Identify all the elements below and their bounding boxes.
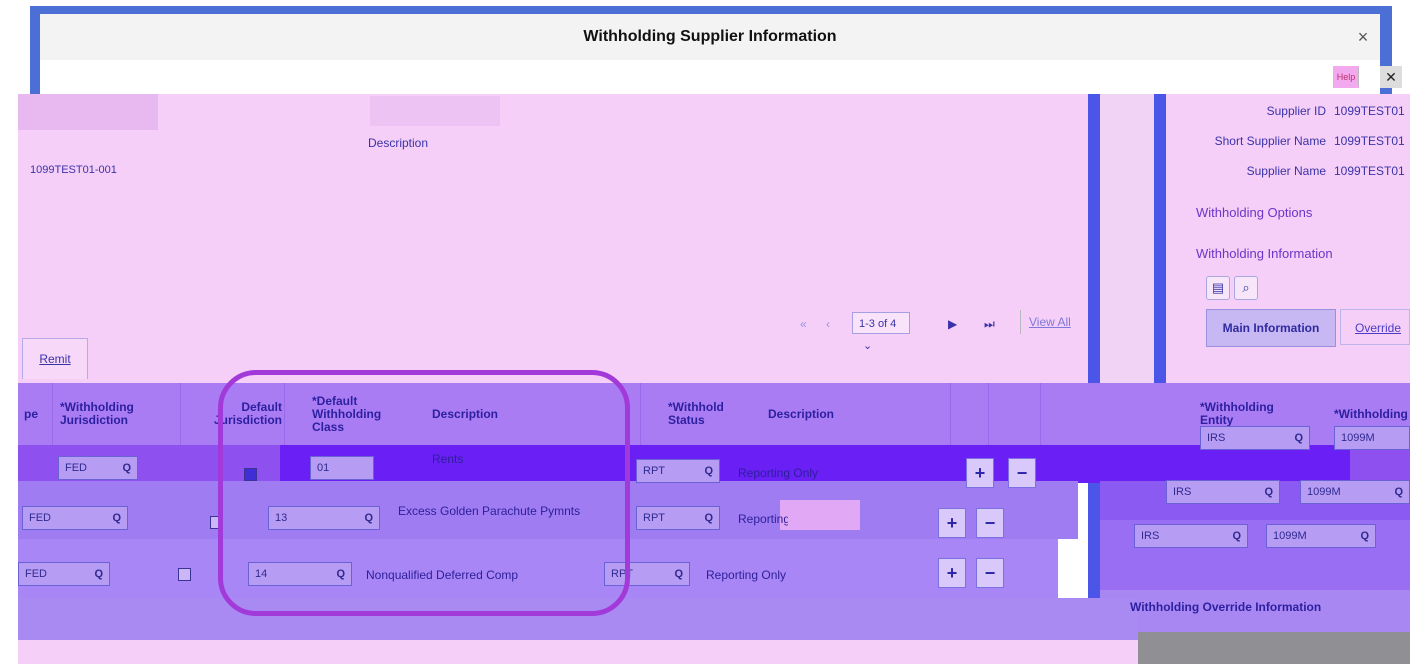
search-icon[interactable]: Q — [1232, 525, 1241, 547]
col-header-status: *Withhold Status — [668, 400, 724, 427]
rp-type-value: 1099M — [1273, 530, 1307, 542]
search-icon[interactable]: Q — [1294, 427, 1303, 449]
default-jurisdiction-checkbox[interactable] — [178, 568, 191, 581]
modal-titlebar: Withholding Supplier Information × — [40, 14, 1380, 61]
search-icon[interactable]: Q — [704, 507, 713, 529]
search-icon[interactable]: ⌕ — [1234, 276, 1258, 300]
rp-entity-value: IRS — [1141, 530, 1160, 542]
delete-row-button[interactable]: − — [976, 508, 1004, 538]
short-supplier-name-value: 1099TEST01 — [1334, 134, 1405, 148]
grid-icon[interactable]: ▤ — [1206, 276, 1230, 300]
col-header-status-description: Description — [768, 406, 835, 421]
status-value: RPT — [643, 512, 665, 524]
status-input[interactable]: RPT Q — [636, 459, 720, 483]
jurisdiction-input[interactable]: FED Q — [22, 506, 128, 530]
description-label: Description — [368, 136, 429, 150]
location-value: 1099TEST01-001 — [30, 164, 117, 176]
location-header — [18, 94, 158, 130]
search-icon[interactable]: Q — [1264, 481, 1273, 503]
status-description: Reporting Only — [738, 512, 788, 526]
page-range-value: 1-3 of 4 — [859, 318, 897, 330]
supplier-id-value: 1099TEST01 — [1334, 104, 1405, 118]
jurisdiction-value: FED — [25, 568, 47, 580]
rp-entity-input[interactable]: IRS Q — [1200, 426, 1310, 450]
bottom-strip — [18, 640, 1138, 664]
search-icon[interactable]: Q — [112, 507, 121, 529]
jurisdiction-input[interactable]: FED Q — [58, 456, 138, 480]
view-all-link[interactable]: View All — [1020, 310, 1081, 334]
search-icon[interactable]: Q — [1360, 525, 1369, 547]
modal-title: Withholding Supplier Information — [583, 28, 837, 45]
add-row-button[interactable]: + — [938, 508, 966, 538]
jurisdiction-value: FED — [29, 512, 51, 524]
jurisdiction-input[interactable]: FED Q — [18, 562, 110, 586]
col-divider — [988, 383, 989, 445]
modal-frame-left — [30, 6, 40, 94]
search-icon[interactable]: Q — [94, 563, 103, 585]
search-icon[interactable]: Q — [704, 460, 713, 482]
col-divider — [1040, 383, 1041, 445]
supplier-name-value: 1099TEST01 — [1334, 164, 1405, 178]
add-row-button[interactable]: + — [966, 458, 994, 488]
rp-entity-input[interactable]: IRS Q — [1166, 480, 1280, 504]
rp-entity-value: IRS — [1173, 486, 1192, 498]
first-page-icon[interactable]: « — [800, 312, 807, 336]
search-icon[interactable]: Q — [1394, 481, 1403, 503]
col-divider — [640, 383, 641, 445]
highlight-annotation — [218, 370, 630, 616]
main-content — [18, 94, 1098, 384]
status-input[interactable]: RPT Q — [636, 506, 720, 530]
status-description: Reporting Only — [706, 568, 787, 582]
status-description: Reporting Only — [738, 466, 819, 480]
rp-type-input[interactable]: 1099M Q — [1266, 524, 1376, 548]
next-page-icon[interactable]: ▶ — [948, 312, 957, 336]
rp-type-value: 1099M — [1341, 432, 1375, 444]
close-icon[interactable]: × — [1350, 24, 1376, 50]
rp-type-input[interactable]: 1099M — [1334, 426, 1410, 450]
help-link[interactable]: Help — [1333, 66, 1359, 88]
prev-page-icon[interactable]: ‹ — [826, 312, 830, 336]
scrollbar-area[interactable] — [1138, 632, 1410, 664]
modal-frame-top — [30, 6, 1392, 14]
tab-main-information[interactable]: Main Information — [1206, 309, 1336, 347]
col-divider — [180, 383, 181, 445]
add-row-button[interactable]: + — [938, 558, 966, 588]
panel-divider-left — [1088, 94, 1100, 664]
withholding-options-link[interactable]: Withholding Options — [1196, 205, 1312, 220]
supplier-name-label: Supplier Name — [1246, 164, 1326, 178]
rp-bottom-heading: Withholding Override Information — [1130, 600, 1322, 614]
rp-entity-value: IRS — [1207, 432, 1226, 444]
rp-entity-input[interactable]: IRS Q — [1134, 524, 1248, 548]
search-icon[interactable]: Q — [674, 563, 683, 585]
panel-gap — [1100, 94, 1156, 384]
jurisdiction-value: FED — [65, 462, 87, 474]
settings-icon[interactable]: ✕ — [1380, 66, 1402, 88]
supplier-id-label: Supplier ID — [1266, 104, 1326, 118]
rp-type-value: 1099M — [1307, 486, 1341, 498]
modal-toolbar: Help ✕ — [40, 60, 1402, 95]
col-divider — [950, 383, 951, 445]
delete-row-button[interactable]: − — [1008, 458, 1036, 488]
withholding-information-heading: Withholding Information — [1196, 246, 1333, 261]
delete-row-button[interactable]: − — [976, 558, 1004, 588]
toolbar-divider — [1358, 68, 1359, 86]
short-supplier-name-label: Short Supplier Name — [1214, 134, 1326, 148]
rp-type-input[interactable]: 1099M Q — [1300, 480, 1410, 504]
col-divider — [52, 383, 53, 445]
row-artifact — [780, 500, 860, 530]
col-header-jurisdiction: *Withholding Jurisdiction — [60, 400, 134, 427]
last-page-icon[interactable]: ⏭ — [984, 312, 995, 336]
page-range-select[interactable]: 1-3 of 4 ⌄ — [852, 312, 910, 352]
search-icon[interactable]: Q — [122, 457, 131, 479]
description-header — [370, 96, 500, 126]
status-value: RPT — [643, 465, 665, 477]
tab-remit[interactable]: Remit — [22, 338, 88, 379]
tab-override[interactable]: Override — [1340, 309, 1410, 345]
col-header-type: pe — [24, 406, 39, 421]
chevron-down-icon: ⌄ — [863, 340, 873, 352]
